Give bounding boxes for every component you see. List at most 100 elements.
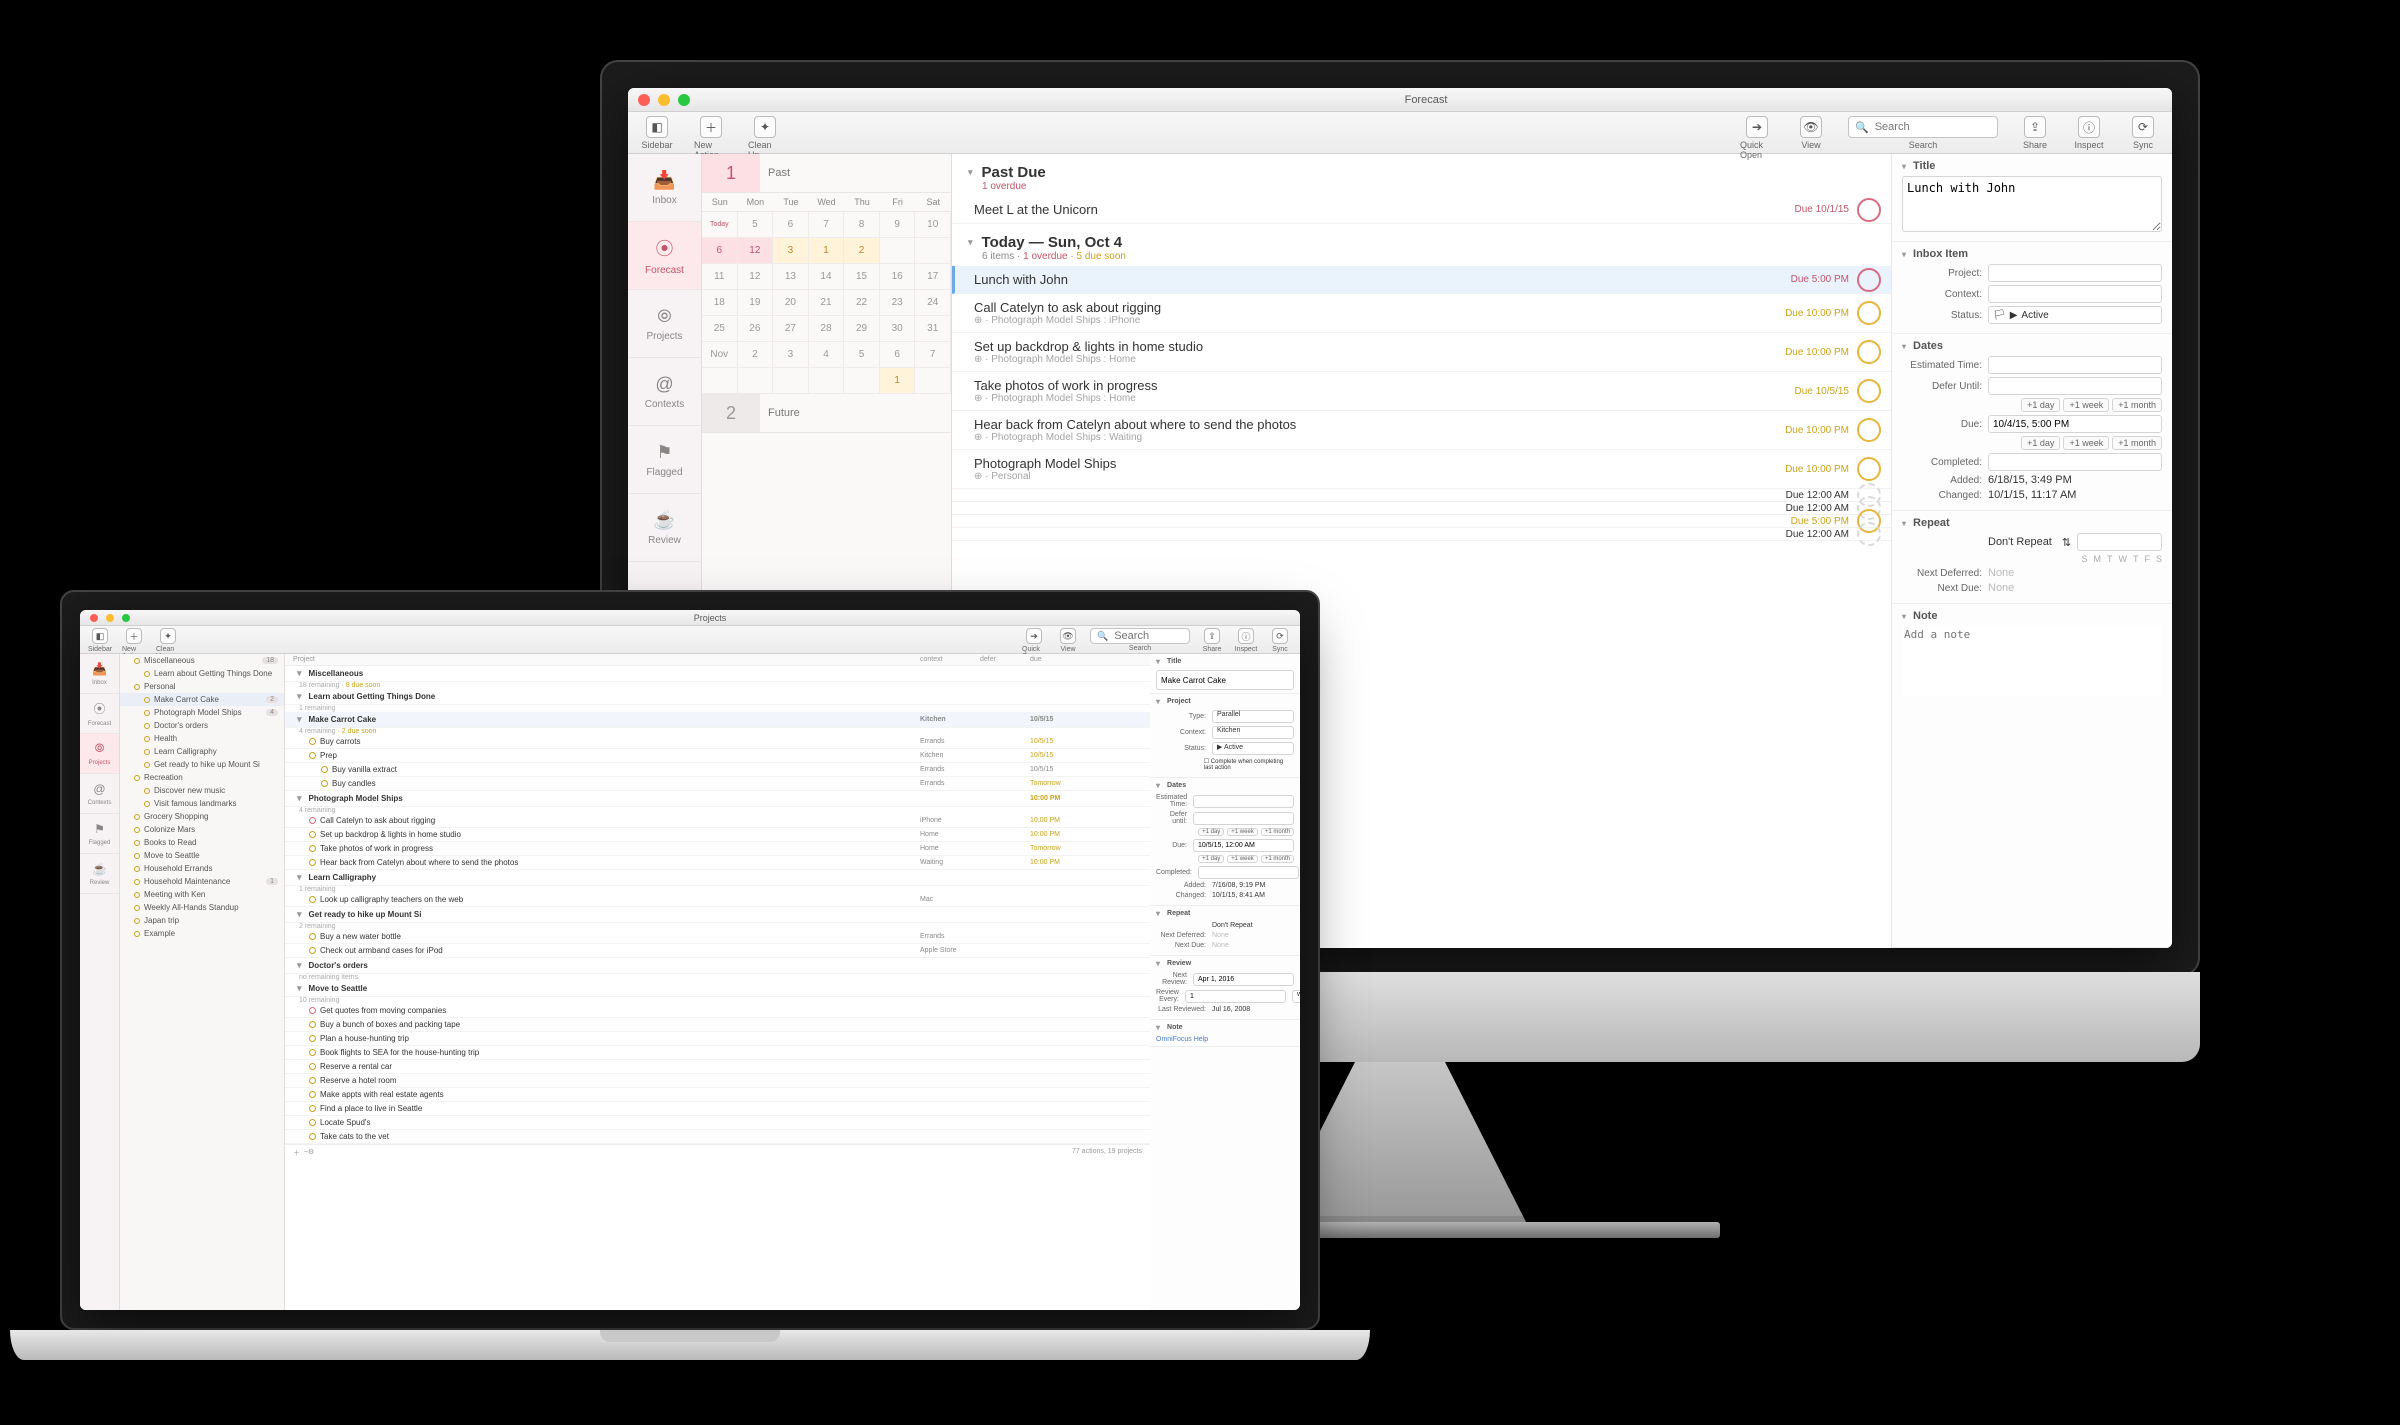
defer-plus-week[interactable]: +1 week (1227, 828, 1258, 836)
action-status-circle[interactable] (309, 831, 316, 838)
view-button[interactable]: 👁View (1056, 628, 1080, 653)
calendar-cell[interactable]: 8 (844, 212, 880, 238)
task-row[interactable]: Photograph Model Ships⊕ · PersonalDue 10… (952, 450, 1891, 489)
calendar-cell[interactable]: 9 (880, 212, 916, 238)
outline-project-row[interactable]: ▾ Learn about Getting Things Done (285, 689, 1150, 705)
calendar-cell[interactable]: 7 (809, 212, 845, 238)
inspector-repeat-header[interactable]: ▾Repeat (1902, 517, 2162, 529)
task-status-circle[interactable] (1857, 301, 1881, 325)
outline-project-row[interactable]: ▾ Miscellaneous (285, 666, 1150, 682)
inspector-note-header[interactable]: ▾Note (1902, 610, 2162, 622)
minimize-icon[interactable] (106, 614, 114, 622)
repeat-interval-field[interactable] (2077, 533, 2162, 551)
status-picker[interactable]: ▶ Active (1212, 742, 1294, 755)
inspect-button[interactable]: ⓘInspect (2072, 116, 2106, 150)
project-sidebar-item[interactable]: Weekly All-Hands Standup (120, 901, 284, 914)
outline-action-row[interactable]: Look up calligraphy teachers on the webM… (285, 893, 1150, 907)
calendar-cell[interactable]: 2 (738, 342, 774, 368)
sync-button[interactable]: ⟳Sync (2126, 116, 2160, 150)
due-plus-month[interactable]: +1 month (2112, 436, 2162, 450)
action-status-circle[interactable] (309, 1077, 316, 1084)
completed-field[interactable] (1988, 453, 2162, 471)
task-status-circle[interactable] (1857, 198, 1881, 222)
calendar-grid[interactable]: Today56789106123121112131415161718192021… (702, 212, 951, 394)
due-plus-day[interactable]: +1 day (1198, 855, 1224, 863)
calendar-cell[interactable]: 13 (773, 264, 809, 290)
defer-plus-week[interactable]: +1 week (2063, 398, 2109, 412)
project-sidebar-item[interactable]: Japan trip (120, 914, 284, 927)
outline-action-row[interactable]: Buy candlesErrandsTomorrow (285, 777, 1150, 791)
inspector-project-header[interactable]: ▾Project (1156, 697, 1294, 706)
calendar-cell[interactable] (915, 368, 951, 394)
calendar-cell[interactable]: 30 (880, 316, 916, 342)
outline-action-row[interactable]: Buy vanilla extractErrands10/5/15 (285, 763, 1150, 777)
rail-item-review[interactable]: ☕Review (80, 854, 119, 894)
calendar-cell[interactable]: 20 (773, 290, 809, 316)
outline-project-row[interactable]: ▾ Photograph Model Ships10:00 PM (285, 791, 1150, 807)
review-every-unit[interactable]: weeks (1292, 990, 1300, 1003)
project-sidebar-item[interactable]: Doctor's orders (120, 719, 284, 732)
task-status-circle[interactable] (1857, 268, 1881, 292)
project-sidebar-item[interactable]: Meeting with Ken (120, 888, 284, 901)
rail-item-flagged[interactable]: ⚑Flagged (628, 426, 701, 494)
estimated-time-field[interactable] (1193, 795, 1294, 808)
due-field[interactable] (1988, 415, 2162, 433)
rail-item-forecast[interactable]: ⦿Forecast (628, 222, 701, 290)
rail-item-review[interactable]: ☕Review (628, 494, 701, 562)
repeat-picker[interactable]: Don't Repeat (1212, 922, 1253, 929)
project-sidebar-item[interactable]: Make Carrot Cake2 (120, 693, 284, 706)
calendar-cell[interactable]: 26 (738, 316, 774, 342)
outline-action-row[interactable]: Set up backdrop & lights in home studioH… (285, 828, 1150, 842)
calendar-cell[interactable]: 5 (738, 212, 774, 238)
task-row[interactable]: Due 12:00 AM (952, 502, 1891, 515)
action-status-circle[interactable] (309, 859, 316, 866)
search-field[interactable]: 🔍 (1090, 628, 1190, 644)
sync-button[interactable]: ⟳Sync (1268, 628, 1292, 653)
outline-action-row[interactable]: Take photos of work in progressHomeTomor… (285, 842, 1150, 856)
action-status-circle[interactable] (321, 780, 328, 787)
search-field[interactable]: 🔍 (1848, 116, 1998, 138)
action-status-circle[interactable] (309, 752, 316, 759)
action-status-circle[interactable] (309, 933, 316, 940)
calendar-cell[interactable]: 24 (915, 290, 951, 316)
action-status-circle[interactable] (309, 1105, 316, 1112)
estimated-time-field[interactable] (1988, 356, 2162, 374)
complete-last-checkbox[interactable]: ☐ Complete when completing last action (1204, 758, 1294, 771)
repeat-picker[interactable]: Don't Repeat (1988, 536, 2052, 548)
action-status-circle[interactable] (309, 1035, 316, 1042)
action-status-circle[interactable] (321, 766, 328, 773)
share-button[interactable]: ⇪Share (1200, 628, 1224, 653)
inspector-dates-header[interactable]: ▾Dates (1902, 340, 2162, 352)
calendar-cell[interactable] (809, 368, 845, 394)
calendar-cell[interactable]: 7 (915, 342, 951, 368)
project-sidebar-item[interactable]: Recreation (120, 771, 284, 784)
calendar-cell[interactable]: 6 (702, 238, 738, 264)
rail-item-contexts[interactable]: @Contexts (628, 358, 701, 426)
outline-action-row[interactable]: Buy a bunch of boxes and packing tape (285, 1018, 1150, 1032)
context-picker[interactable] (1988, 285, 2162, 303)
outline-action-row[interactable]: Buy carrotsErrands10/5/15 (285, 735, 1150, 749)
outline-action-row[interactable]: Get quotes from moving companies (285, 1004, 1150, 1018)
section-header[interactable]: ▾Today — Sun, Oct 4 (968, 234, 1875, 251)
task-row[interactable]: Due 12:00 AM (952, 528, 1891, 541)
window-controls[interactable] (90, 614, 130, 622)
defer-plus-day[interactable]: +1 day (1198, 828, 1224, 836)
calendar-cell[interactable]: 25 (702, 316, 738, 342)
task-status-circle[interactable] (1857, 522, 1881, 546)
outline-action-row[interactable]: Reserve a hotel room (285, 1074, 1150, 1088)
project-sidebar-item[interactable]: Discover new music (120, 784, 284, 797)
task-row[interactable]: Call Catelyn to ask about rigging⊕ · Pho… (952, 294, 1891, 333)
action-status-circle[interactable] (309, 947, 316, 954)
task-row[interactable]: Due 12:00 AM (952, 489, 1891, 502)
task-status-circle[interactable] (1857, 340, 1881, 364)
note-field[interactable] (1902, 626, 2162, 696)
window-controls[interactable] (638, 94, 690, 106)
calendar-cell[interactable] (915, 238, 951, 264)
rail-item-projects[interactable]: ⦾Projects (628, 290, 701, 358)
project-sidebar-item[interactable]: Move to Seattle (120, 849, 284, 862)
outline-action-row[interactable]: Make appts with real estate agents (285, 1088, 1150, 1102)
calendar-cell[interactable]: 21 (809, 290, 845, 316)
calendar-cell[interactable]: 19 (738, 290, 774, 316)
calendar-cell[interactable]: 3 (773, 342, 809, 368)
task-row[interactable]: Meet L at the UnicornDue 10/1/15 (952, 196, 1891, 224)
